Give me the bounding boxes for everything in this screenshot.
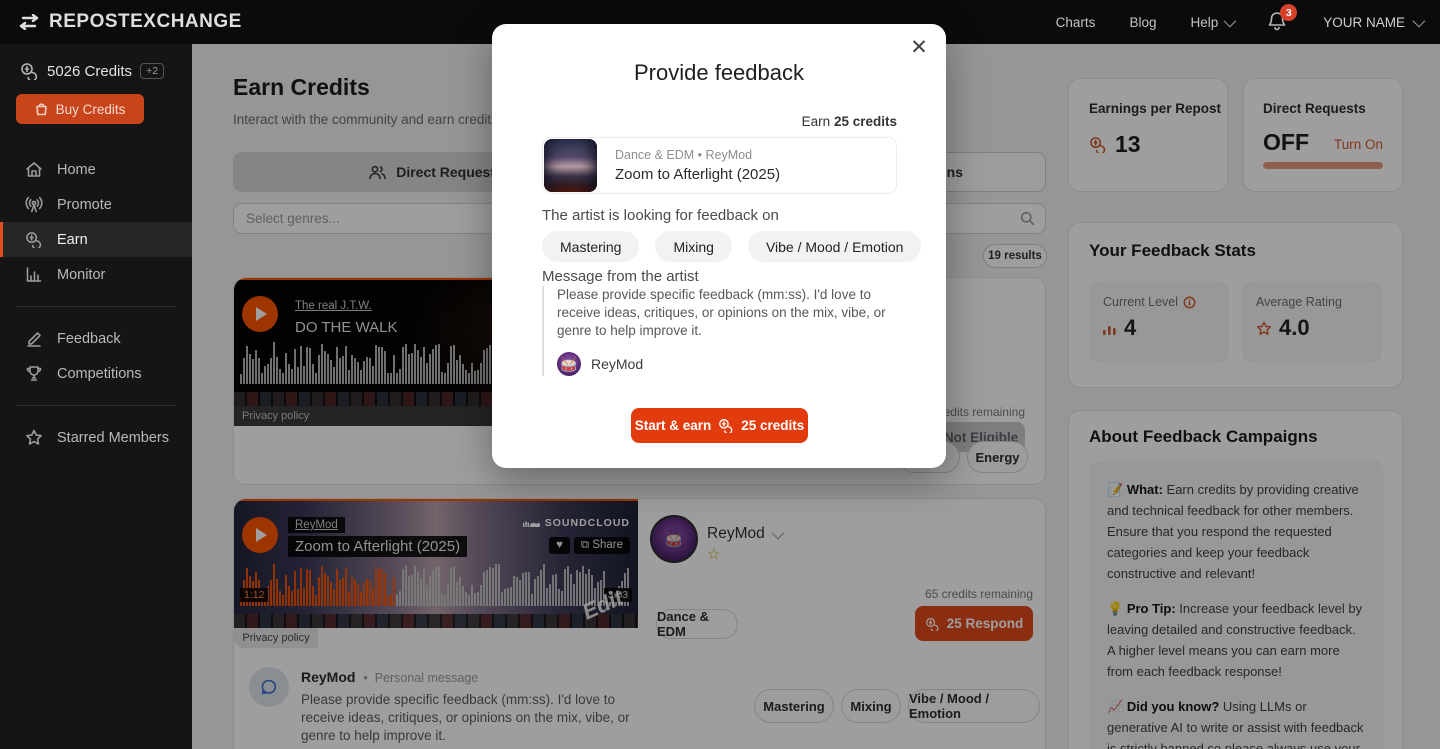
sidebar-item-label: Starred Members xyxy=(57,430,169,446)
modal-category-vibe: Vibe / Mood / Emotion xyxy=(748,231,921,262)
sidebar-item-feedback[interactable]: Feedback xyxy=(0,321,192,356)
sidebar-item-label: Competitions xyxy=(57,366,142,382)
modal-category-mastering: Mastering xyxy=(542,231,639,262)
artist-avatar xyxy=(557,352,581,376)
brand-name: REPOSTEXCHANGE xyxy=(49,11,242,33)
star-icon xyxy=(25,429,43,446)
coins-icon xyxy=(25,231,43,248)
sidebar-item-label: Earn xyxy=(57,232,88,248)
bar-chart-icon xyxy=(25,266,43,283)
sidebar-item-competitions[interactable]: Competitions xyxy=(0,356,192,391)
track-artwork xyxy=(544,139,597,192)
sidebar-item-earn[interactable]: Earn xyxy=(0,222,192,257)
nav-charts[interactable]: Charts xyxy=(1056,15,1096,30)
sidebar-item-monitor[interactable]: Monitor xyxy=(0,257,192,292)
artist-name: ReyMod xyxy=(591,356,643,372)
modal-earn-line: Earn 25 credits xyxy=(802,114,897,129)
coins-icon xyxy=(718,418,734,433)
modal-title: Provide feedback xyxy=(492,60,946,86)
close-icon[interactable]: ✕ xyxy=(906,34,932,60)
message-from-artist-label: Message from the artist xyxy=(542,268,699,285)
modal-category-mixing: Mixing xyxy=(655,231,731,262)
buy-credits-label: Buy Credits xyxy=(56,102,126,117)
shopping-bag-icon xyxy=(35,102,48,116)
repost-icon xyxy=(16,14,42,30)
notifications-button[interactable]: 3 xyxy=(1267,10,1289,34)
sidebar-item-starred-members[interactable]: Starred Members xyxy=(0,420,192,455)
sidebar-item-label: Monitor xyxy=(57,267,105,283)
home-icon xyxy=(25,161,43,178)
sidebar-divider xyxy=(16,405,176,406)
sidebar-item-label: Feedback xyxy=(57,331,121,347)
pencil-icon xyxy=(25,330,43,347)
track-title: Zoom to Afterlight (2025) xyxy=(615,166,780,183)
looking-for-feedback-label: The artist is looking for feedback on xyxy=(542,207,779,224)
user-menu[interactable]: YOUR NAME xyxy=(1323,15,1422,30)
track-genre-artist: Dance & EDM • ReyMod xyxy=(615,148,780,162)
coins-icon xyxy=(20,62,39,80)
sidebar-item-promote[interactable]: Promote xyxy=(0,187,192,222)
user-name: YOUR NAME xyxy=(1323,15,1405,30)
chevron-down-icon xyxy=(1224,14,1237,27)
credits-balance[interactable]: 5026 Credits +2 xyxy=(20,62,192,80)
artist-message-text: Please provide specific feedback (mm:ss)… xyxy=(557,286,897,340)
credits-amount: 5026 Credits xyxy=(47,63,132,80)
sidebar-item-home[interactable]: Home xyxy=(0,152,192,187)
sidebar-item-label: Home xyxy=(57,162,96,178)
nav-help[interactable]: Help xyxy=(1190,15,1233,30)
buy-credits-button[interactable]: Buy Credits xyxy=(16,94,144,124)
modal-track-card: Dance & EDM • ReyMod Zoom to Afterlight … xyxy=(542,137,897,194)
modal-earn-amount: 25 credits xyxy=(834,114,897,129)
app-root: REPOSTEXCHANGE Charts Blog Help 3 YOUR N… xyxy=(0,0,1440,749)
sidebar-divider xyxy=(16,306,176,307)
cta-label: Start & earn xyxy=(635,418,712,433)
provide-feedback-modal: ✕ Provide feedback Earn 25 credits Dance… xyxy=(492,24,946,468)
nav-blog[interactable]: Blog xyxy=(1129,15,1156,30)
trophy-icon xyxy=(25,365,43,382)
sidebar: 5026 Credits +2 Buy Credits Home Promote… xyxy=(0,44,192,749)
artist-message-quote: Please provide specific feedback (mm:ss)… xyxy=(542,286,898,376)
credits-plus-badge: +2 xyxy=(140,63,164,79)
brand-logo[interactable]: REPOSTEXCHANGE xyxy=(16,11,242,33)
start-and-earn-button[interactable]: Start & earn 25 credits xyxy=(631,408,808,443)
cta-amount: 25 credits xyxy=(741,418,804,433)
nav-help-label: Help xyxy=(1190,15,1218,30)
chevron-down-icon xyxy=(1413,14,1426,27)
notification-badge: 3 xyxy=(1280,4,1297,21)
top-nav: Charts Blog Help 3 YOUR NAME xyxy=(1056,0,1422,44)
broadcast-icon xyxy=(25,196,43,213)
sidebar-item-label: Promote xyxy=(57,197,112,213)
